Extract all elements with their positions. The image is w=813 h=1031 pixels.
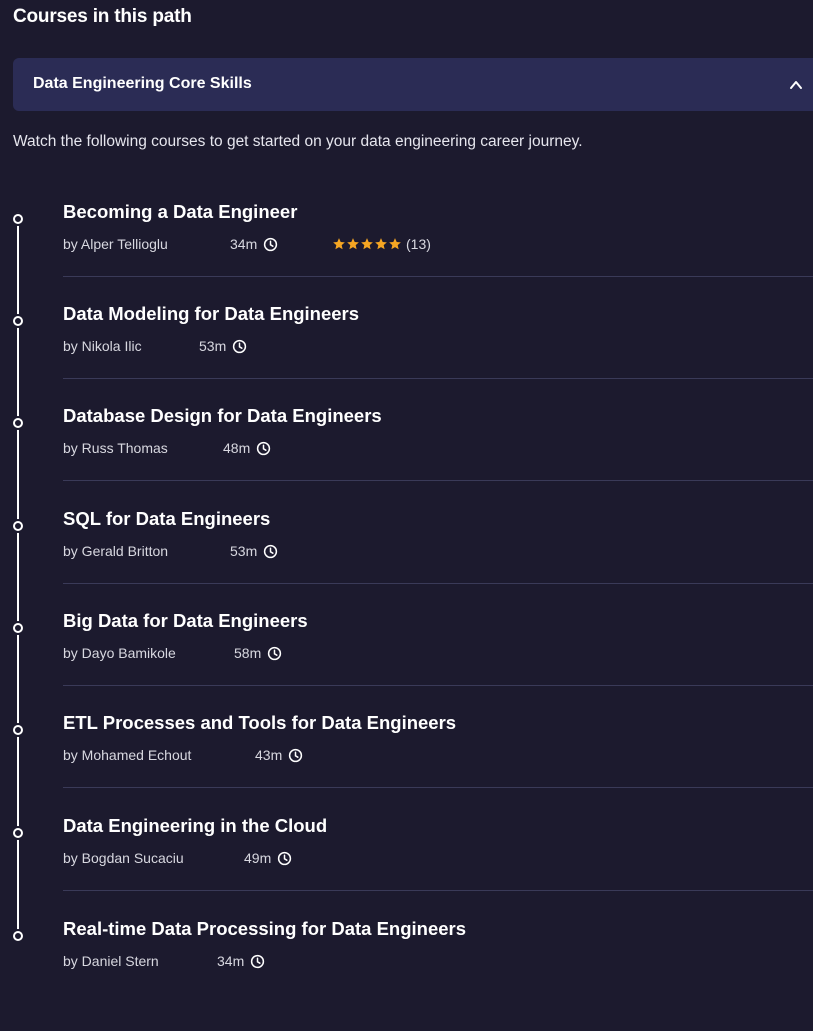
course-title[interactable]: Data Modeling for Data Engineers — [63, 303, 359, 325]
course-item[interactable]: SQL for Data Engineers by Gerald Britton 5… — [0, 508, 813, 621]
clock-icon — [233, 339, 247, 353]
course-author: by Alper Tellioglu — [63, 236, 168, 252]
star-icon — [361, 238, 373, 250]
course-title[interactable]: Becoming a Data Engineer — [63, 201, 297, 223]
clock-icon — [257, 441, 271, 455]
course-divider — [63, 787, 813, 788]
course-author: by Russ Thomas — [63, 440, 168, 456]
star-icon — [389, 238, 401, 250]
course-duration: 48m — [223, 440, 271, 456]
star-icon — [375, 238, 387, 250]
duration-text: 34m — [230, 236, 258, 252]
accordion-title: Data Engineering Core Skills — [33, 75, 252, 92]
course-item[interactable]: Real-time Data Processing for Data Engin… — [0, 918, 813, 1031]
timeline-bullet — [11, 621, 25, 635]
clock-icon — [251, 954, 265, 968]
course-divider — [63, 378, 813, 379]
course-title[interactable]: Big Data for Data Engineers — [63, 610, 308, 632]
duration-text: 43m — [255, 747, 283, 763]
timeline-bullet — [11, 416, 25, 430]
course-title[interactable]: Data Engineering in the Cloud — [63, 815, 327, 837]
course-duration: 58m — [234, 645, 282, 661]
course-divider — [63, 276, 813, 277]
course-title[interactable]: Real-time Data Processing for Data Engin… — [63, 918, 466, 940]
clock-icon — [289, 748, 303, 762]
course-author: by Nikola Ilic — [63, 338, 142, 354]
course-author: by Gerald Britton — [63, 543, 169, 559]
timeline-bullet — [11, 723, 25, 737]
course-duration: 43m — [255, 747, 303, 763]
page-title: Courses in this path — [13, 6, 192, 27]
course-duration: 34m — [217, 953, 265, 969]
timeline-bullet — [11, 212, 25, 226]
accordion-header[interactable]: Data Engineering Core Skills — [13, 58, 813, 111]
duration-text: 53m — [230, 543, 258, 559]
duration-text: 58m — [234, 645, 262, 661]
course-author: by Bogdan Sucaciu — [63, 850, 184, 866]
course-item[interactable]: ETL Processes and Tools for Data Enginee… — [0, 712, 813, 825]
timeline-bullet — [11, 314, 25, 328]
course-author: by Daniel Stern — [63, 953, 159, 969]
duration-text: 48m — [223, 440, 251, 456]
course-title[interactable]: SQL for Data Engineers — [63, 508, 270, 530]
duration-text: 53m — [199, 338, 227, 354]
clock-icon — [268, 646, 282, 660]
course-duration: 53m — [230, 543, 278, 559]
course-rating: (13) — [332, 236, 431, 252]
course-divider — [63, 685, 813, 686]
timeline-bullet — [11, 826, 25, 840]
timeline-bullet — [11, 929, 25, 943]
course-author: by Dayo Bamikole — [63, 645, 176, 661]
course-divider — [63, 583, 813, 584]
course-item[interactable]: Database Design for Data Engineers by Rus… — [0, 405, 813, 518]
clock-icon — [264, 544, 278, 558]
rating-count: (13) — [406, 236, 431, 252]
rating-stars — [332, 237, 402, 251]
course-item[interactable]: Becoming a Data Engineer by Alper Telliog… — [0, 201, 813, 314]
timeline-bullet — [11, 519, 25, 533]
course-title[interactable]: Database Design for Data Engineers — [63, 405, 382, 427]
course-duration: 34m — [230, 236, 278, 252]
duration-text: 34m — [217, 953, 245, 969]
course-item[interactable]: Data Engineering in the Cloud by Bogdan S… — [0, 815, 813, 928]
clock-icon — [278, 851, 292, 865]
course-duration: 53m — [199, 338, 247, 354]
path-description: Watch the following courses to get start… — [13, 133, 583, 150]
star-icon — [333, 238, 345, 250]
star-icon — [347, 238, 359, 250]
course-author: by Mohamed Echout — [63, 747, 192, 763]
course-divider — [63, 890, 813, 891]
duration-text: 49m — [244, 850, 272, 866]
clock-icon — [264, 237, 278, 251]
chevron-up-icon[interactable] — [789, 78, 803, 92]
course-duration: 49m — [244, 850, 292, 866]
course-item[interactable]: Big Data for Data Engineers by Dayo Bamik… — [0, 610, 813, 723]
course-divider — [63, 480, 813, 481]
course-item[interactable]: Data Modeling for Data Engineers by Nikol… — [0, 303, 813, 416]
course-title[interactable]: ETL Processes and Tools for Data Enginee… — [63, 712, 456, 734]
